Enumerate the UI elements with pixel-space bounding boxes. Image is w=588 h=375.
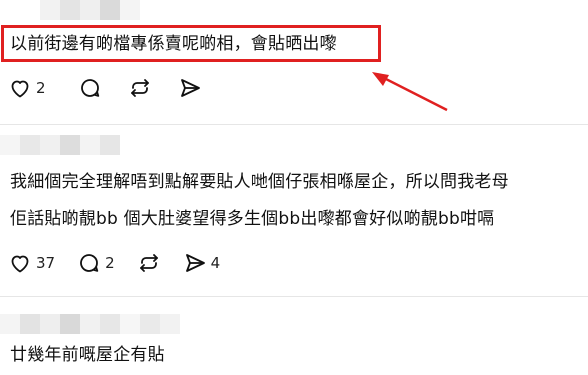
blurred-username	[0, 314, 180, 334]
repost-button[interactable]	[137, 251, 161, 275]
post-text-line-1: 我細個完全理解唔到點解要貼人哋個仔張相喺屋企，所以問我老母	[10, 172, 509, 192]
like-count: 37	[36, 254, 56, 272]
reply-count: 2	[105, 254, 115, 272]
blurred-username	[0, 135, 120, 155]
divider	[0, 124, 588, 125]
comment-icon	[80, 254, 99, 272]
post-text: 廿幾年前嘅屋企有貼	[10, 345, 165, 365]
divider	[0, 296, 588, 297]
post-text-line-2: 佢話貼啲靚bb 個大肚婆望得多生個bb出嚟都會好似啲靚bb咁嗝	[10, 209, 495, 229]
share-count: 4	[210, 254, 221, 272]
send-icon	[185, 254, 205, 272]
heart-icon	[11, 255, 29, 273]
post-actions: 37 2 4	[8, 249, 242, 277]
share-button[interactable]: 4	[183, 251, 221, 275]
repost-icon	[139, 254, 158, 272]
reply-button[interactable]: 2	[77, 251, 115, 275]
like-button[interactable]: 37	[8, 251, 55, 275]
